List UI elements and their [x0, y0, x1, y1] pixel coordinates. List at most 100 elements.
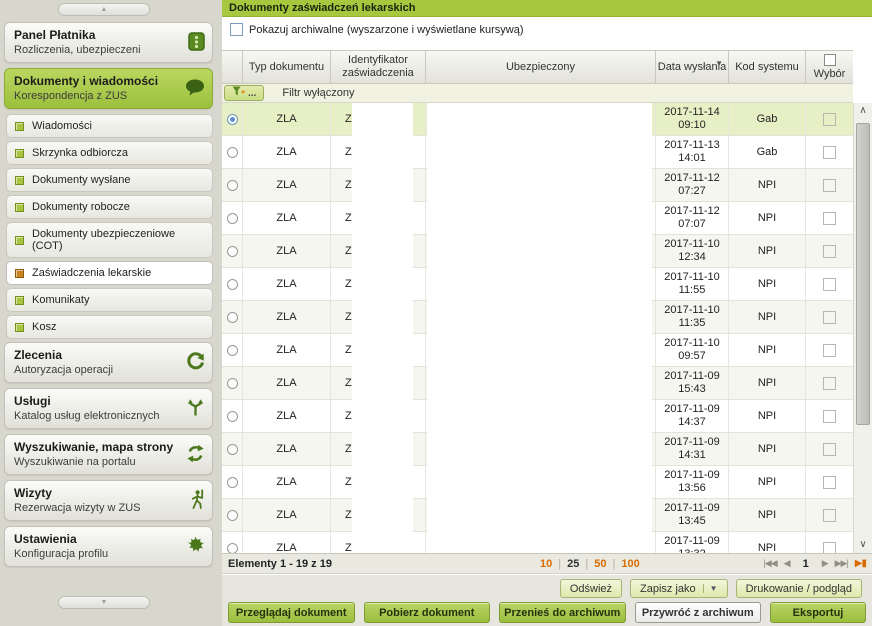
row-checkbox[interactable] — [823, 311, 836, 324]
sidebar-item-panel-platnika[interactable]: Panel Płatnika Rozliczenia, ubezpieczeni — [4, 22, 213, 63]
page-size-link[interactable]: 25 — [552, 558, 579, 570]
show-archived-checkbox[interactable] — [230, 23, 243, 36]
cell-system-code: Gab — [728, 103, 805, 135]
sidebar-subitem[interactable]: Dokumenty robocze — [6, 195, 213, 219]
page-size-links: 102550100 — [540, 558, 640, 570]
action-button[interactable]: Przenieś do archiwum — [499, 602, 626, 623]
action-button[interactable]: Eksportuj — [770, 602, 866, 623]
scrollbar-up-arrow-icon[interactable]: ∧ — [854, 103, 872, 119]
cell-sent-date: 2017-11-09 13:56 — [655, 466, 728, 498]
row-checkbox[interactable] — [823, 443, 836, 456]
jump-to-end-icon[interactable]: ▶▮ — [855, 558, 866, 569]
row-radio-button[interactable] — [227, 411, 238, 422]
row-checkbox[interactable] — [823, 476, 836, 489]
cell-document-type: ZLA — [242, 268, 330, 300]
sent-date-value: 2017-11-13 — [664, 139, 719, 152]
sidebar-item-zlecenia[interactable]: Zlecenia Autoryzacja operacji — [4, 342, 213, 383]
row-radio-button[interactable] — [227, 378, 238, 389]
sidebar-scroll-down-button[interactable]: ▼ — [58, 596, 150, 609]
sidebar-subitem[interactable]: Komunikaty — [6, 288, 213, 312]
sidebar-item-wizyty[interactable]: Wizyty Rezerwacja wizyty w ZUS — [4, 480, 213, 521]
elements-info: Elementy 1 - 19 z 19 — [228, 558, 332, 570]
row-radio-button[interactable] — [227, 444, 238, 455]
last-page-icon[interactable]: ▶▶| — [835, 558, 848, 569]
sent-date-value: 2017-11-10 — [664, 238, 719, 251]
filter-button[interactable]: ... — [224, 85, 264, 101]
subitem-label: Kosz — [32, 321, 56, 333]
sidebar-item-wyszukiwanie[interactable]: Wyszukiwanie, mapa strony Wyszukiwanie n… — [4, 434, 213, 475]
sidebar-scroll-up-button[interactable]: ▲ — [58, 3, 150, 16]
sidebar-item-ustawienia[interactable]: Ustawienia Konfiguracja profilu — [4, 526, 213, 567]
row-checkbox[interactable] — [823, 410, 836, 423]
row-radio-cell — [222, 400, 242, 432]
header-selection[interactable]: Wybór — [805, 51, 853, 83]
row-radio-cell — [222, 103, 242, 135]
page-size-link[interactable]: 50 — [579, 558, 606, 570]
row-radio-button[interactable] — [227, 114, 238, 125]
print-preview-button[interactable]: Drukowanie / podgląd — [736, 579, 862, 598]
section-subtitle: Wyszukiwanie na portalu — [14, 456, 182, 468]
sort-desc-icon[interactable]: ▼ — [715, 57, 723, 70]
row-checkbox[interactable] — [823, 146, 836, 159]
save-as-button[interactable]: Zapisz jako ▼ — [630, 579, 728, 598]
cell-selection — [805, 400, 853, 432]
header-insured[interactable]: Ubezpieczony — [425, 51, 655, 83]
row-checkbox[interactable] — [823, 245, 836, 258]
header-identifier[interactable]: Identyfikator zaświadczenia — [330, 51, 425, 83]
row-radio-button[interactable] — [227, 312, 238, 323]
sidebar-item-dokumenty-i-wiadomosci[interactable]: Dokumenty i wiadomości Korespondencja z … — [4, 68, 213, 109]
redaction-block-identifier — [352, 103, 413, 553]
row-radio-button[interactable] — [227, 246, 238, 257]
save-as-dropdown-icon[interactable]: ▼ — [703, 584, 718, 593]
sidebar-subitem[interactable]: Dokumenty wysłane — [6, 168, 213, 192]
row-checkbox[interactable] — [823, 509, 836, 522]
row-radio-button[interactable] — [227, 510, 238, 521]
row-radio-button[interactable] — [227, 279, 238, 290]
sidebar-subitem[interactable]: Zaświadczenia lekarskie — [6, 261, 213, 285]
row-radio-button[interactable] — [227, 543, 238, 554]
row-checkbox[interactable] — [823, 278, 836, 291]
header-type[interactable]: Typ dokumentu — [242, 51, 330, 83]
scrollbar-thumb[interactable] — [856, 123, 870, 425]
page-size-link[interactable]: 10 — [540, 558, 552, 570]
cell-sent-date: 2017-11-14 09:10 — [655, 103, 728, 135]
walking-person-icon — [189, 489, 205, 512]
refresh-button[interactable]: Odśwież — [560, 579, 622, 598]
action-button[interactable]: Przywróć z archiwum — [635, 602, 762, 623]
sidebar-item-uslugi[interactable]: Usługi Katalog usług elektronicznych — [4, 388, 213, 429]
sidebar-subitem[interactable]: Skrzynka odbiorcza — [6, 141, 213, 165]
action-button[interactable]: Przeglądaj dokument — [228, 602, 355, 623]
row-radio-button[interactable] — [227, 477, 238, 488]
row-checkbox[interactable] — [823, 179, 836, 192]
next-page-icon[interactable]: ▶ — [822, 558, 828, 569]
table-scrollbar[interactable]: ∧ ∨ — [853, 103, 872, 553]
header-sent-date[interactable]: Data wysłania ▼ — [655, 51, 728, 83]
row-checkbox[interactable] — [823, 377, 836, 390]
previous-page-icon[interactable]: ◀ — [784, 558, 790, 569]
sidebar-subitem[interactable]: Kosz — [6, 315, 213, 339]
row-checkbox[interactable] — [823, 542, 836, 554]
row-radio-button[interactable] — [227, 147, 238, 158]
select-all-checkbox[interactable] — [824, 54, 836, 66]
page-size-link[interactable]: 100 — [606, 558, 639, 570]
row-radio-button[interactable] — [227, 180, 238, 191]
square-bullet-icon — [15, 296, 24, 305]
row-radio-button[interactable] — [227, 213, 238, 224]
header-system-code[interactable]: Kod systemu — [728, 51, 805, 83]
row-checkbox[interactable] — [823, 113, 836, 126]
section-title: Panel Płatnika — [14, 28, 182, 42]
action-buttons: Przeglądaj dokument Pobierz dokument Prz… — [222, 602, 872, 623]
sidebar-subitem[interactable]: Wiadomości — [6, 114, 213, 138]
first-page-icon[interactable]: |◀◀ — [763, 558, 776, 569]
sent-date-value: 2017-11-09 — [664, 403, 719, 416]
section-subtitle: Rezerwacja wizyty w ZUS — [14, 502, 182, 514]
scrollbar-down-arrow-icon[interactable]: ∨ — [854, 537, 872, 553]
sent-date-value: 2017-11-09 — [664, 469, 719, 482]
row-checkbox[interactable] — [823, 212, 836, 225]
cell-selection — [805, 466, 853, 498]
row-radio-button[interactable] — [227, 345, 238, 356]
sidebar-subitem[interactable]: Dokumenty ubezpieczeniowe (COT) — [6, 222, 213, 258]
row-checkbox[interactable] — [823, 344, 836, 357]
cell-selection — [805, 367, 853, 399]
action-button[interactable]: Pobierz dokument — [364, 602, 491, 623]
